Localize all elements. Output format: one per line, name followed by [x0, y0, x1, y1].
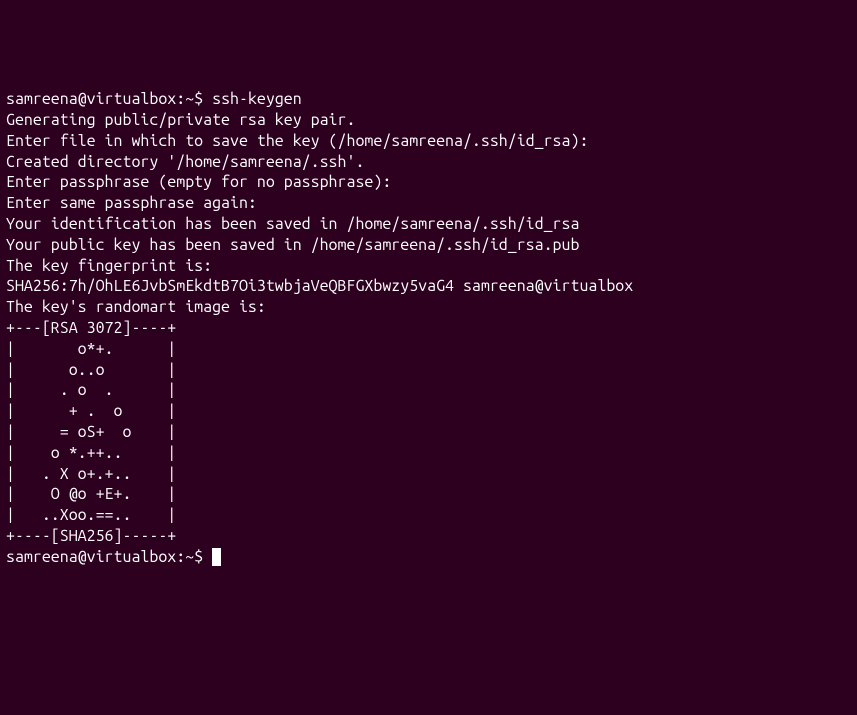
- prompt-user-host: samreena@virtualbox: [6, 90, 176, 108]
- output-line: Your public key has been saved in /home/…: [6, 235, 851, 256]
- prompt-separator: :: [176, 548, 185, 566]
- randomart-line: | O @o +E+. |: [6, 484, 851, 505]
- prompt-path: ~: [185, 90, 194, 108]
- randomart-line: | = oS+ o |: [6, 422, 851, 443]
- output-line: The key's randomart image is:: [6, 297, 851, 318]
- prompt-user-host: samreena@virtualbox: [6, 548, 176, 566]
- output-line: The key fingerprint is:: [6, 256, 851, 277]
- prompt-line-1: samreena@virtualbox:~$ ssh-keygen: [6, 89, 851, 110]
- randomart-line: | o *.++.. |: [6, 443, 851, 464]
- output-line: Created directory '/home/samreena/.ssh'.: [6, 152, 851, 173]
- output-line: Enter file in which to save the key (/ho…: [6, 131, 851, 152]
- randomart-line: | . X o+.+.. |: [6, 464, 851, 485]
- output-line: Generating public/private rsa key pair.: [6, 110, 851, 131]
- randomart-line: | + . o |: [6, 401, 851, 422]
- prompt-dollar: $: [194, 90, 212, 108]
- randomart-border-top: +---[RSA 3072]----+: [6, 318, 851, 339]
- output-line: Enter same passphrase again:: [6, 193, 851, 214]
- cursor: [212, 548, 221, 566]
- prompt-separator: :: [176, 90, 185, 108]
- output-line: Your identification has been saved in /h…: [6, 214, 851, 235]
- prompt-line-2: samreena@virtualbox:~$: [6, 547, 851, 568]
- prompt-dollar: $: [194, 548, 212, 566]
- terminal-window[interactable]: samreena@virtualbox:~$ ssh-keygenGenerat…: [6, 89, 851, 611]
- output-line: Enter passphrase (empty for no passphras…: [6, 172, 851, 193]
- output-fingerprint: SHA256:7h/OhLE6JvbSmEkdtB7Oi3twbjaVeQBFG…: [6, 276, 851, 297]
- randomart-line: | o*+. |: [6, 339, 851, 360]
- command-input: ssh-keygen: [212, 90, 302, 108]
- randomart-border-bottom: +----[SHA256]-----+: [6, 526, 851, 547]
- randomart-line: | . o . |: [6, 380, 851, 401]
- randomart-line: | ..Xoo.==.. |: [6, 505, 851, 526]
- randomart-line: | o..o |: [6, 360, 851, 381]
- prompt-path: ~: [185, 548, 194, 566]
